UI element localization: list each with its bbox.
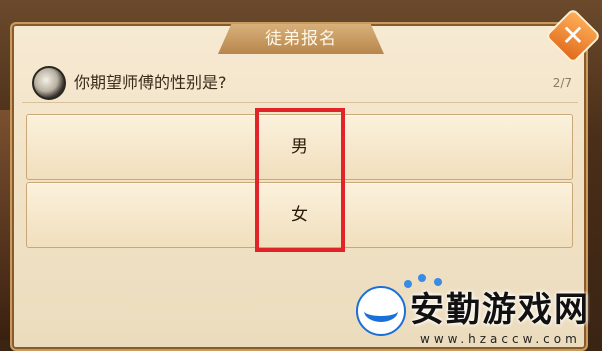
watermark-url: www.hzaccw.com (420, 332, 581, 346)
dialog-title: 徒弟报名 (218, 24, 384, 54)
question-row: 你期望师傅的性别是? 2/7 (22, 62, 578, 103)
master-avatar-icon (32, 66, 66, 100)
question-progress: 2/7 (552, 76, 572, 90)
highlight-box (255, 108, 345, 252)
background-header (230, 0, 370, 22)
question-text: 你期望师傅的性别是? (74, 73, 227, 92)
close-icon[interactable]: ✕ (553, 16, 593, 56)
watermark-swoosh-icon (364, 300, 398, 322)
watermark-text: 安勤游戏网 (410, 290, 590, 330)
